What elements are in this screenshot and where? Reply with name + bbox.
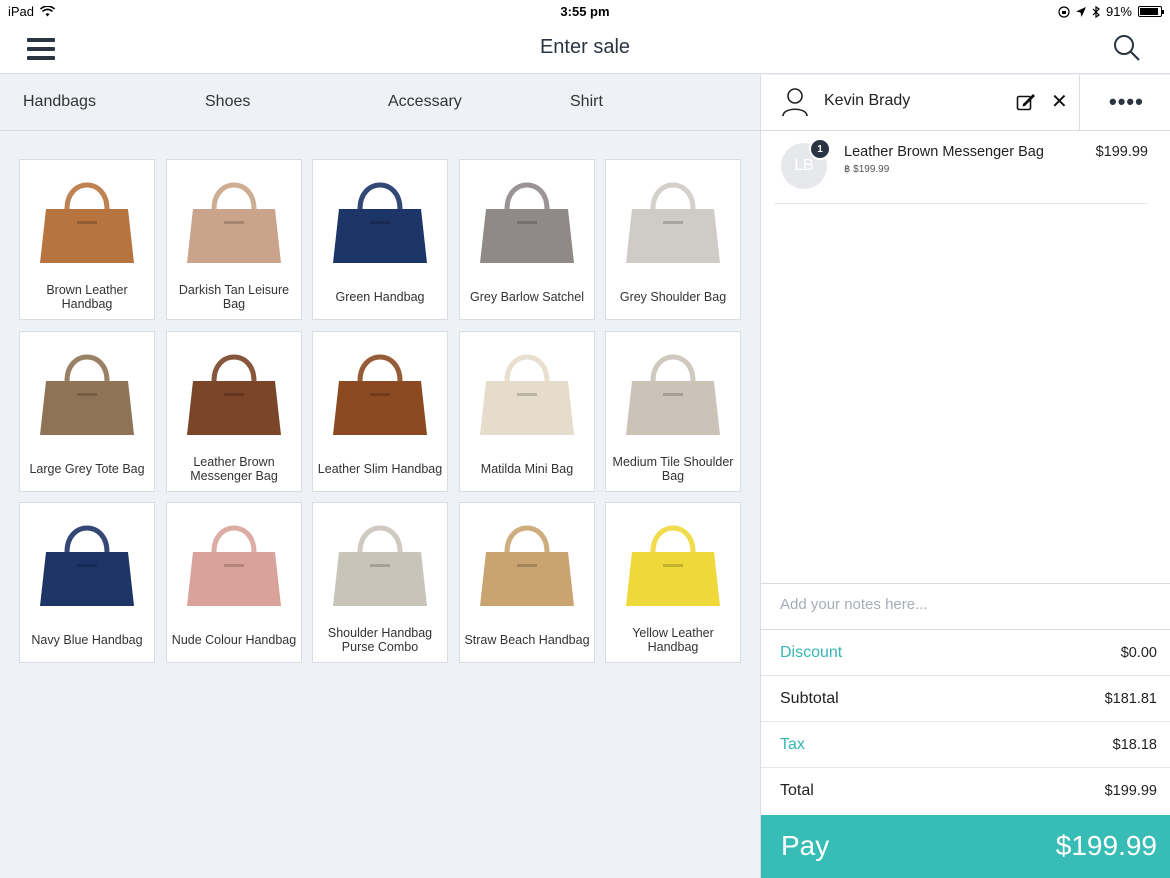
item-unit-price: ฿ $199.99	[844, 164, 890, 175]
product-label: Matilda Mini Bag	[480, 461, 574, 476]
close-icon[interactable]: ✕	[1051, 89, 1068, 114]
page-title: Enter sale	[539, 36, 631, 58]
product-label: Nude Colour Handbag	[171, 632, 297, 647]
pay-label: Pay	[781, 830, 830, 861]
product-image	[313, 332, 447, 450]
tax-row: Tax $18.18	[761, 722, 1170, 768]
product-label: Brown Leather Handbag	[46, 282, 128, 311]
product-tile[interactable]: Yellow Leather Handbag	[605, 502, 741, 663]
product-tile[interactable]: Leather Brown Messenger Bag	[166, 331, 302, 492]
edit-icon[interactable]	[1016, 92, 1036, 112]
battery-icon	[1138, 6, 1164, 17]
rotation-lock-icon	[1058, 5, 1070, 18]
product-image	[167, 160, 301, 278]
notes-input[interactable]	[780, 596, 1150, 613]
pay-amount: $199.99	[1055, 830, 1157, 861]
pay-button[interactable]: Pay $199.99	[761, 815, 1170, 878]
product-label: Medium Tile Shoulder Bag	[612, 454, 734, 483]
divider	[1079, 75, 1080, 131]
subtotal-row: Subtotal $181.81	[761, 676, 1170, 722]
product-label: Straw Beach Handbag	[464, 632, 590, 647]
product-image	[20, 160, 154, 278]
product-image	[460, 503, 594, 621]
tab-accessary[interactable]: Accessary	[388, 93, 462, 111]
product-label: Grey Barlow Satchel	[470, 289, 584, 304]
product-label: Leather Slim Handbag	[317, 461, 443, 476]
bluetooth-icon	[1092, 5, 1100, 18]
discount-row: Discount $0.00	[761, 630, 1170, 676]
product-image	[460, 160, 594, 278]
more-options-icon[interactable]: ••••	[1109, 89, 1144, 115]
app-header: Enter sale	[0, 24, 1170, 74]
battery-percent: 91%	[1105, 4, 1132, 19]
product-tile[interactable]: Large Grey Tote Bag	[19, 331, 155, 492]
customer-name[interactable]: Kevin Brady	[824, 92, 910, 110]
total-label: Total	[780, 782, 814, 799]
tax-value: $18.18	[1112, 737, 1157, 753]
tab-shirt[interactable]: Shirt	[570, 93, 603, 111]
product-label: Yellow Leather Handbag	[632, 625, 714, 654]
product-tile[interactable]: Brown Leather Handbag	[19, 159, 155, 320]
product-tile[interactable]: Navy Blue Handbag	[19, 502, 155, 663]
subtotal-label: Subtotal	[780, 690, 839, 707]
item-price: $199.99	[1095, 144, 1148, 160]
product-tile[interactable]: Shoulder Handbag Purse Combo	[312, 502, 448, 663]
product-label: Large Grey Tote Bag	[29, 461, 145, 476]
total-value: $199.99	[1104, 783, 1157, 799]
product-image	[20, 332, 154, 450]
product-tile[interactable]: Straw Beach Handbag	[459, 502, 595, 663]
product-tile[interactable]: Medium Tile Shoulder Bag	[605, 331, 741, 492]
product-image	[460, 332, 594, 450]
category-tabs: Handbags Shoes Accessary Shirt	[0, 75, 760, 131]
status-time: 3:55 pm	[560, 4, 610, 19]
product-image	[167, 332, 301, 450]
product-label: Navy Blue Handbag	[31, 632, 143, 647]
quantity-badge: 1	[809, 138, 831, 160]
product-image	[20, 503, 154, 621]
person-icon[interactable]	[781, 87, 809, 117]
product-label: Shoulder Handbag Purse Combo	[327, 625, 433, 654]
location-icon	[1075, 6, 1086, 17]
item-name: Leather Brown Messenger Bag	[844, 144, 1044, 160]
status-bar: iPad 3:55 pm 91%	[0, 0, 1170, 24]
product-tile[interactable]: Grey Shoulder Bag	[605, 159, 741, 320]
product-tile[interactable]: Matilda Mini Bag	[459, 331, 595, 492]
sale-line-item[interactable]: LB 1 Leather Brown Messenger Bag ฿ $199.…	[774, 131, 1148, 204]
product-tile[interactable]: Green Handbag	[312, 159, 448, 320]
tab-handbags[interactable]: Handbags	[23, 93, 96, 111]
product-label: Grey Shoulder Bag	[619, 289, 727, 304]
product-tile[interactable]: Darkish Tan Leisure Bag	[166, 159, 302, 320]
tax-label[interactable]: Tax	[780, 736, 805, 754]
notes-field	[761, 583, 1170, 630]
product-image	[606, 503, 740, 621]
product-label: Leather Brown Messenger Bag	[190, 454, 278, 483]
product-image	[606, 160, 740, 278]
total-row: Total $199.99	[761, 768, 1170, 814]
subtotal-value: $181.81	[1104, 691, 1157, 707]
customer-bar: Kevin Brady ✕ ••••	[761, 75, 1170, 131]
discount-label[interactable]: Discount	[780, 644, 842, 662]
product-label: Darkish Tan Leisure Bag	[178, 282, 290, 311]
product-label: Green Handbag	[335, 289, 425, 304]
product-image	[313, 503, 447, 621]
product-image	[606, 332, 740, 450]
search-icon[interactable]	[1112, 33, 1142, 63]
product-tile[interactable]: Grey Barlow Satchel	[459, 159, 595, 320]
product-image	[167, 503, 301, 621]
discount-value: $0.00	[1120, 645, 1157, 661]
product-tile[interactable]: Nude Colour Handbag	[166, 502, 302, 663]
sale-panel: Kevin Brady ✕ •••• LB 1 Leather Brown Me…	[760, 75, 1170, 878]
product-image	[313, 160, 447, 278]
tab-shoes[interactable]: Shoes	[205, 93, 250, 111]
product-tile[interactable]: Leather Slim Handbag	[312, 331, 448, 492]
